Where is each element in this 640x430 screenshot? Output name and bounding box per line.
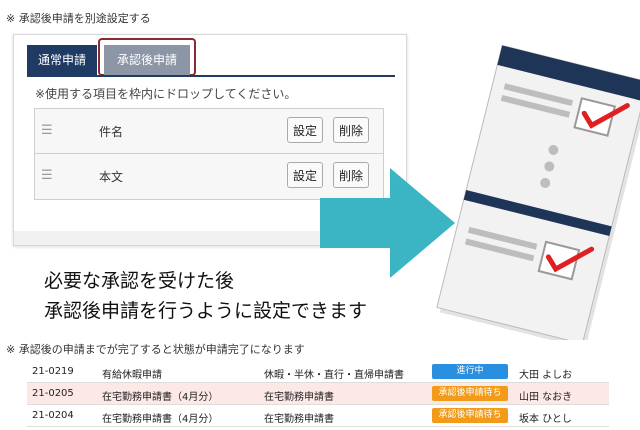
application-table: 21-0219 有給休暇申請 休暇・半休・直行・直帰申請書 進行中 大田 よしお… <box>27 361 609 427</box>
bottom-note: ※ 承認後の申請までが完了すると状態が申請完了になります <box>6 343 305 356</box>
tab-normal-application[interactable]: 通常申請 <box>27 45 97 75</box>
status-badge: 承認後申請待ち <box>432 386 508 401</box>
delete-button[interactable]: 削除 <box>333 117 369 143</box>
item-label: 本文 <box>99 170 124 184</box>
tab-underline <box>27 75 395 77</box>
item-label: 件名 <box>99 125 124 139</box>
caption-line-1: 必要な承認を受けた後 <box>44 270 235 292</box>
status-badge: 進行中 <box>432 364 508 379</box>
cell-id: 21-0205 <box>32 388 74 399</box>
top-note: ※ 承認後申請を別途設定する <box>6 12 151 25</box>
cell-type: 在宅勤務申請書 <box>264 392 334 403</box>
caption: 必要な承認を受けた後 承認後申請を行うように設定できます <box>44 266 367 326</box>
document-illustration <box>436 44 640 340</box>
drag-handle-icon[interactable]: ☰ <box>41 168 53 183</box>
drop-instruction: ※使用する項目を枠内にドロップしてください。 <box>35 87 297 101</box>
tab-after-approval-application[interactable]: 承認後申請 <box>104 45 190 75</box>
set-button[interactable]: 設定 <box>287 162 323 188</box>
cell-title[interactable]: 有給休暇申請 <box>102 366 162 381</box>
cell-type: 在宅勤務申請書 <box>264 414 334 425</box>
table-row[interactable]: 21-0205 在宅勤務申請書（4月分） 在宅勤務申請書 承認後申請待ち 山田 … <box>27 383 609 405</box>
status-badge: 承認後申請待ち <box>432 408 508 423</box>
cell-user: 山田 なおき <box>519 392 573 403</box>
table-row[interactable]: 21-0219 有給休暇申請 休暇・半休・直行・直帰申請書 進行中 大田 よしお <box>27 361 609 383</box>
cell-type: 休暇・半休・直行・直帰申請書 <box>264 370 404 381</box>
cell-id: 21-0204 <box>32 410 74 421</box>
cell-title[interactable]: 在宅勤務申請書（4月分） <box>102 388 218 403</box>
cell-title[interactable]: 在宅勤務申請書（4月分） <box>102 410 218 425</box>
caption-line-2: 承認後申請を行うように設定できます <box>44 300 368 322</box>
table-row[interactable]: 21-0204 在宅勤務申請書（4月分） 在宅勤務申請書 承認後申請待ち 坂本 … <box>27 405 609 427</box>
cell-user: 坂本 ひとし <box>519 414 572 425</box>
drag-handle-icon[interactable]: ☰ <box>41 123 53 138</box>
set-button[interactable]: 設定 <box>287 117 323 143</box>
item-row[interactable]: ☰ 件名 設定 削除 <box>35 109 383 154</box>
cell-user: 大田 よしお <box>519 370 573 381</box>
cell-id: 21-0219 <box>32 366 74 377</box>
